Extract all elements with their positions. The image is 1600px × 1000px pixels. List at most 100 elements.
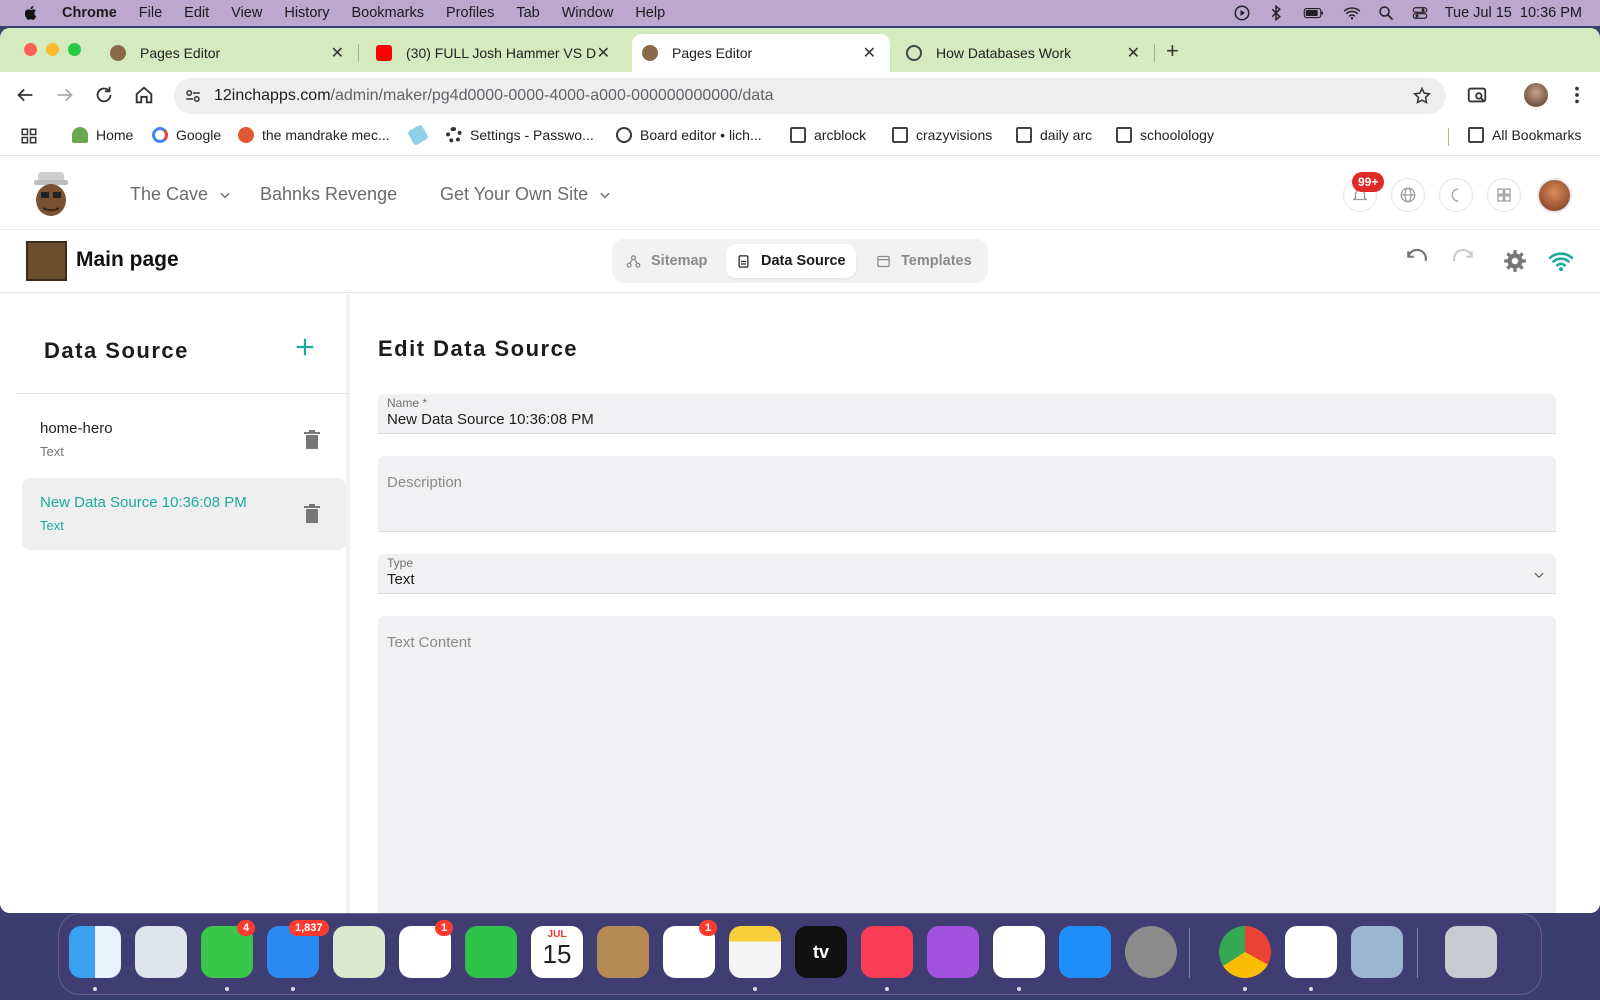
form-title: Edit Data Source (378, 336, 579, 361)
pages-editor-favicon (642, 45, 658, 61)
back-icon[interactable] (14, 84, 36, 106)
nav-the-cave[interactable]: The Cave (130, 184, 232, 205)
finder-icon[interactable] (69, 926, 121, 978)
facetime-icon[interactable] (465, 926, 517, 978)
data-source-item-selected[interactable]: New Data Source 10:36:08 PM Text (22, 478, 346, 550)
bookmark-folder-arcblock[interactable]: arcblock (790, 127, 866, 143)
apps-button[interactable] (1487, 178, 1521, 212)
tab-sitemap[interactable]: Sitemap (616, 244, 717, 278)
forward-icon[interactable] (54, 84, 76, 106)
redo-icon[interactable] (1450, 248, 1476, 274)
new-tab-button[interactable]: + (1166, 38, 1179, 64)
close-tab-icon[interactable]: ✕ (331, 43, 344, 63)
contacts-icon[interactable] (597, 926, 649, 978)
tab-title: Pages Editor (672, 45, 753, 61)
description-field[interactable]: Description (378, 456, 1556, 532)
bookmark-home[interactable]: Home (72, 127, 133, 143)
bluetooth-icon[interactable] (1267, 4, 1285, 22)
site-logo[interactable] (30, 170, 72, 218)
bookmark-folder-schoolology[interactable]: schoolology (1116, 127, 1214, 143)
menubar-clock[interactable]: Tue Jul 15 10:36 PM (1445, 5, 1582, 21)
profile-avatar[interactable] (1524, 83, 1548, 107)
menu-app-name[interactable]: Chrome (62, 5, 117, 21)
menu-profiles[interactable]: Profiles (446, 5, 494, 21)
music-icon[interactable] (861, 926, 913, 978)
calendar-icon[interactable]: JUL 15 (531, 926, 583, 978)
type-select[interactable]: Type Text (378, 554, 1556, 594)
add-data-source-icon[interactable] (294, 336, 316, 358)
language-button[interactable] (1391, 178, 1425, 212)
system-settings-icon[interactable] (1125, 926, 1177, 978)
tab-pages-editor-1[interactable]: Pages Editor ✕ (100, 34, 359, 72)
nav-get-your-own-site[interactable]: Get Your Own Site (440, 184, 612, 205)
apple-tv-icon[interactable]: tv (795, 926, 847, 978)
menu-file[interactable]: File (139, 5, 162, 21)
menu-tab[interactable]: Tab (516, 5, 539, 21)
wifi-icon[interactable] (1343, 4, 1361, 22)
launchpad-icon[interactable] (135, 926, 187, 978)
apps-grid-icon[interactable] (20, 127, 38, 145)
site-settings-icon[interactable] (184, 87, 202, 105)
spotlight-search-icon[interactable] (1377, 4, 1395, 22)
reload-icon[interactable] (93, 84, 115, 106)
screen-record-icon[interactable] (1233, 4, 1251, 22)
menu-help[interactable]: Help (635, 5, 665, 21)
nav-bahnks-revenge[interactable]: Bahnks Revenge (260, 184, 397, 205)
bookmark-folder-crazyvisions[interactable]: crazyvisions (892, 127, 992, 143)
zoom-window-button[interactable] (68, 43, 81, 56)
running-indicator (1017, 987, 1021, 991)
news-icon[interactable] (993, 926, 1045, 978)
vscode-icon[interactable] (1285, 926, 1337, 978)
url-text[interactable]: 12inchapps.com/admin/maker/pg4d0000-0000… (214, 87, 774, 105)
notes-icon[interactable] (729, 926, 781, 978)
address-bar[interactable]: 12inchapps.com/admin/maker/pg4d0000-0000… (174, 78, 1446, 114)
battery-icon[interactable] (1301, 4, 1327, 22)
bookmark-all-bookmarks[interactable]: All Bookmarks (1468, 127, 1581, 143)
tab-data-source[interactable]: Data Source (726, 244, 856, 278)
maps-icon[interactable] (333, 926, 385, 978)
theme-toggle-button[interactable] (1439, 178, 1473, 212)
bookmark-star-icon[interactable] (1412, 86, 1432, 106)
data-source-item[interactable]: home-hero Text (22, 404, 346, 476)
close-window-button[interactable] (24, 43, 37, 56)
folder-icon (892, 127, 908, 143)
menu-history[interactable]: History (284, 5, 329, 21)
home-icon[interactable] (133, 84, 155, 106)
menu-edit[interactable]: Edit (184, 5, 209, 21)
minimize-window-button[interactable] (46, 43, 59, 56)
preview-icon[interactable] (1351, 926, 1403, 978)
bookmark-settings-passwords[interactable]: Settings - Passwo... (446, 127, 594, 143)
app-store-icon[interactable] (1059, 926, 1111, 978)
menu-view[interactable]: View (231, 5, 262, 21)
undo-icon[interactable] (1404, 248, 1430, 274)
settings-gear-icon[interactable] (1502, 248, 1528, 274)
user-avatar[interactable] (1537, 178, 1572, 213)
chrome-icon[interactable] (1219, 926, 1271, 978)
close-tab-icon[interactable]: ✕ (597, 43, 610, 63)
page-thumbnail[interactable] (26, 241, 67, 281)
tab-how-databases-work[interactable]: How Databases Work ✕ (896, 34, 1155, 72)
tab-templates[interactable]: Templates (866, 244, 982, 278)
trash-icon[interactable] (304, 430, 320, 450)
bookmark-folder-daily-arc[interactable]: daily arc (1016, 127, 1092, 143)
text-content-field[interactable]: Text Content (378, 616, 1556, 913)
bookmark-google[interactable]: Google (152, 127, 221, 143)
menu-bookmarks[interactable]: Bookmarks (351, 5, 424, 21)
bookmark-mandrake[interactable]: the mandrake mec... (238, 127, 390, 143)
tab-search-icon[interactable] (1466, 84, 1488, 106)
close-tab-icon[interactable]: ✕ (863, 43, 876, 63)
more-menu-icon[interactable] (1566, 84, 1588, 106)
close-tab-icon[interactable]: ✕ (1127, 43, 1140, 63)
bookmark-tag[interactable] (407, 124, 434, 146)
trash-bin-icon[interactable] (1445, 926, 1497, 978)
name-field[interactable]: Name * New Data Source 10:36:08 PM (378, 394, 1556, 434)
browser-toolbar: 12inchapps.com/admin/maker/pg4d0000-0000… (0, 72, 1600, 118)
tab-pages-editor-active[interactable]: Pages Editor ✕ (632, 34, 890, 72)
apple-icon[interactable] (22, 4, 40, 22)
control-center-icon[interactable] (1411, 4, 1429, 22)
menu-window[interactable]: Window (562, 5, 614, 21)
bookmark-board-editor[interactable]: Board editor • lich... (616, 127, 762, 143)
tab-youtube[interactable]: (30) FULL Josh Hammer VS D ✕ (366, 34, 624, 72)
trash-icon[interactable] (304, 504, 320, 524)
podcasts-icon[interactable] (927, 926, 979, 978)
